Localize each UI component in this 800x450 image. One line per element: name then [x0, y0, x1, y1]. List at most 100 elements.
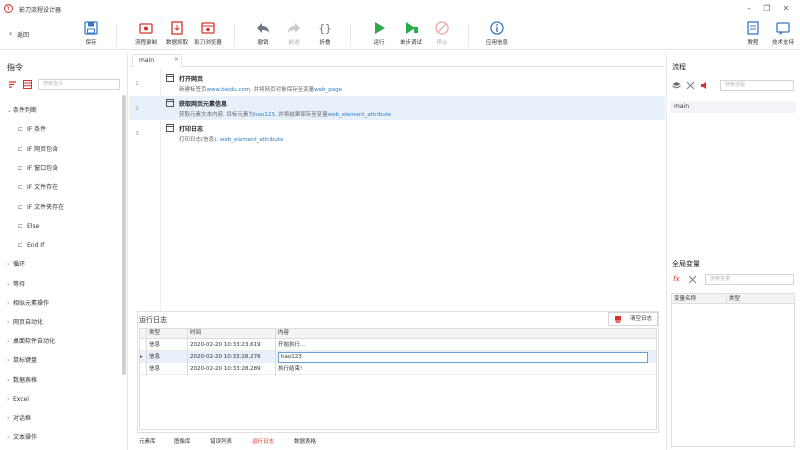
line-number: 1: [135, 81, 139, 87]
command-category[interactable]: › 桌面软件自动化: [7, 335, 131, 349]
sort-icon[interactable]: [8, 80, 17, 89]
stop-label: 停止: [436, 40, 448, 46]
bottom-tab[interactable]: 图像库: [174, 437, 191, 445]
log-col-divider: [275, 328, 276, 376]
save-button[interactable]: 保存: [71, 20, 111, 50]
minimize-button[interactable]: –: [743, 3, 755, 14]
back-button[interactable]: 返回: [17, 30, 29, 39]
log-time: 2020-02-20 10:33:28,289: [190, 366, 261, 372]
save-icon: [84, 21, 98, 35]
command-category[interactable]: › 文本操作: [7, 431, 131, 445]
app-info-button[interactable]: 应用信息: [477, 20, 517, 50]
toolbar-divider: [116, 24, 117, 46]
command-label: 等待: [13, 280, 26, 288]
command-category[interactable]: › 网页自动化: [7, 316, 131, 330]
log-col-divider: [187, 328, 188, 376]
restore-button[interactable]: ❐: [761, 3, 773, 14]
log-row[interactable]: ▸ 信息 2020-02-20 10:33:28,276 hao123: [140, 351, 656, 363]
step-description: 打印日志(信息): web_element_attribute: [179, 135, 283, 143]
command-label: 相似元素操作: [13, 299, 50, 307]
tab-main-label: main: [139, 57, 154, 64]
line-number: 2: [135, 106, 139, 112]
step-var-link[interactable]: web_page: [314, 87, 342, 93]
command-scrollbar[interactable]: [122, 95, 126, 375]
log-row[interactable]: 信息 2020-02-20 10:33:28,289 执行结束!: [140, 363, 656, 375]
command-category[interactable]: ⌄条件判断: [7, 104, 131, 118]
step-param-link[interactable]: hao123: [254, 112, 275, 118]
flow-step[interactable]: 打印日志打印日志(信息): web_element_attribute: [161, 121, 665, 145]
delete-var-icon[interactable]: [688, 275, 697, 284]
command-category[interactable]: › 等待: [7, 278, 131, 292]
app-logo-icon: Y: [4, 4, 13, 13]
command-search-input[interactable]: 搜索指令: [38, 79, 120, 90]
close-window-button[interactable]: ✕: [780, 3, 792, 14]
bottom-tab[interactable]: 错误列表: [210, 437, 232, 445]
command-category[interactable]: › 鼠标键盘: [7, 354, 131, 368]
log-header-content: 内容: [278, 330, 290, 336]
command-label: 文本操作: [13, 434, 38, 442]
layers-icon[interactable]: [672, 81, 681, 90]
redo-icon: [288, 23, 300, 33]
log-type: 信息: [149, 342, 161, 348]
log-row[interactable]: 信息 2020-02-20 10:33:23,619 开始执行...: [140, 339, 656, 351]
flow-step[interactable]: 获取网页元素信息 获取元素文本内容, 目标元素为hao123, 并将结果保存至变量…: [129, 96, 665, 120]
command-label: 桌面软件自动化: [13, 338, 56, 346]
flow-item-main[interactable]: main: [670, 101, 796, 113]
fold-button[interactable]: {} 折叠: [305, 20, 345, 50]
save-label: 保存: [85, 40, 97, 46]
command-label: IF 文件存在: [27, 184, 59, 192]
step-param-link[interactable]: www.baidu.com: [207, 87, 251, 93]
command-label: IF 文件夹存在: [27, 203, 65, 211]
var-search-input[interactable]: 搜索变量: [705, 274, 794, 285]
command-label: 条件判断: [13, 107, 38, 114]
step-desc-text: , 并将结果保存至变量: [274, 112, 328, 118]
command-icon: ⊏: [18, 203, 24, 211]
close-tab-icon[interactable]: ✕: [174, 56, 179, 63]
flow-step[interactable]: 打开网页 新建标签页www.baidu.com, 并将网页对象保存至变量web_p…: [161, 71, 665, 95]
command-category[interactable]: › Excel: [7, 393, 131, 407]
fx-icon[interactable]: fx: [673, 275, 680, 283]
log-content: 执行结束!: [278, 366, 303, 372]
step-title: 打印日志: [179, 126, 204, 133]
speaker-icon[interactable]: [700, 81, 709, 90]
vars-header-name: 变量名称: [674, 296, 697, 302]
stop-icon: [435, 21, 449, 35]
log-header-type: 类型: [149, 330, 161, 336]
stop-button[interactable]: 停止: [422, 20, 462, 50]
bottom-tab[interactable]: 元素库: [139, 437, 156, 445]
command-category[interactable]: › 循环: [7, 258, 131, 272]
step-param-link[interactable]: web_element_attribute: [220, 137, 284, 143]
broom-icon: [615, 316, 621, 323]
step-description: 新建标签页www.baidu.com, 并将网页对象保存至变量web_page: [179, 85, 342, 93]
command-label: IF 网页包含: [27, 145, 59, 153]
info-icon: [490, 21, 504, 35]
step-var-link[interactable]: web_element_attribute: [328, 112, 392, 118]
log-content: hao123: [278, 352, 648, 363]
play-icon: [375, 22, 385, 34]
braces-icon: {}: [318, 22, 331, 35]
toolbar-divider: [468, 24, 469, 46]
log-time: 2020-02-20 10:33:28,276: [190, 354, 261, 360]
toolbar-divider: [350, 24, 351, 46]
flow-search-input[interactable]: 搜索流程: [720, 80, 794, 91]
support-button[interactable]: 技术支持: [763, 20, 800, 50]
log-time: 2020-02-20 10:33:23,619: [190, 342, 261, 348]
command-category[interactable]: › 相似元素操作: [7, 297, 131, 311]
command-category[interactable]: › 对话框: [7, 412, 131, 426]
bottom-tab[interactable]: 数据表格: [294, 437, 316, 445]
grid-view-icon[interactable]: [23, 80, 32, 89]
log-col-divider: [146, 328, 147, 376]
log-type: 信息: [149, 354, 161, 360]
delete-icon[interactable]: [686, 81, 695, 90]
browser-button[interactable]: 影刀浏览器: [188, 20, 228, 50]
line-number: 3: [135, 131, 139, 137]
step-desc-text: 新建标签页: [179, 87, 207, 93]
command-label: 对话框: [13, 414, 32, 422]
clear-log-button[interactable]: 清空日志: [608, 312, 658, 326]
command-panel-title: 指令: [7, 63, 23, 72]
log-type: 信息: [149, 366, 161, 372]
clear-log-label: 清空日志: [629, 316, 652, 322]
step-desc-text: 获取元素文本内容, 目标元素为: [179, 112, 254, 118]
command-category[interactable]: › 数据表格: [7, 374, 131, 388]
bottom-tab[interactable]: 运行日志: [252, 437, 274, 445]
